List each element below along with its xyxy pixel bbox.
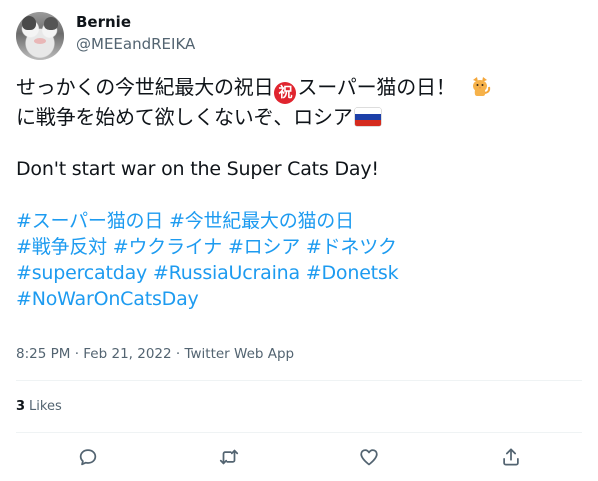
tweet-date[interactable]: Feb 21, 2022 xyxy=(83,346,171,362)
tweet-text-part: せっかくの今世紀最大の祝日 xyxy=(16,75,274,99)
likes-count: 3 xyxy=(16,399,26,414)
tweet-source[interactable]: Twitter Web App xyxy=(184,346,294,362)
hashtag-line[interactable]: #NoWarOnCatsDay xyxy=(16,286,586,312)
tweet-text-part: スーパー猫の日！ xyxy=(297,75,456,99)
share-icon[interactable] xyxy=(500,446,522,468)
avatar[interactable] xyxy=(16,12,64,60)
tweet-line-1: せっかくの今世紀最大の祝日祝スーパー猫の日！ xyxy=(16,74,586,104)
retweet-icon[interactable] xyxy=(218,446,240,468)
divider xyxy=(16,432,582,433)
hashtag-line[interactable]: #supercatday #RussiaUcraina #Donetsk xyxy=(16,260,586,286)
like-icon[interactable] xyxy=(358,446,380,468)
meta-separator: · xyxy=(70,346,84,362)
hashtag-line[interactable]: #スーパー猫の日 #今世紀最大の猫の日 xyxy=(16,208,586,234)
tweet-line-2: に戦争を始めて欲しくないぞ、ロシア xyxy=(16,104,586,130)
meta-separator: · xyxy=(171,346,185,362)
display-name[interactable]: Bernie xyxy=(76,13,131,31)
reply-icon[interactable] xyxy=(77,446,99,468)
hashtag-line[interactable]: #戦争反対 #ウクライナ #ロシア #ドネツク xyxy=(16,234,586,260)
tweet-card: Bernie @MEEandREIKA せっかくの今世紀最大の祝日祝スーパー猫の… xyxy=(0,0,598,481)
russia-flag-emoji-icon xyxy=(354,108,381,126)
congratulation-emoji-icon: 祝 xyxy=(274,82,297,104)
cat-emoji-icon xyxy=(468,74,492,98)
user-handle[interactable]: @MEEandREIKA xyxy=(76,35,195,53)
tweet-meta: 8:25 PM · Feb 21, 2022 · Twitter Web App xyxy=(16,346,294,362)
tweet-text: せっかくの今世紀最大の祝日祝スーパー猫の日！ に戦争を始めて欲しくないぞ、ロシア… xyxy=(16,74,586,312)
likes-stat[interactable]: 3 Likes xyxy=(16,399,62,414)
divider xyxy=(16,380,582,381)
tweet-text-part: に戦争を始めて欲しくないぞ、ロシア xyxy=(16,105,353,129)
likes-label: Likes xyxy=(29,399,62,414)
tweet-time[interactable]: 8:25 PM xyxy=(16,346,70,362)
tweet-english-line: Don't start war on the Super Cats Day! xyxy=(16,158,379,180)
